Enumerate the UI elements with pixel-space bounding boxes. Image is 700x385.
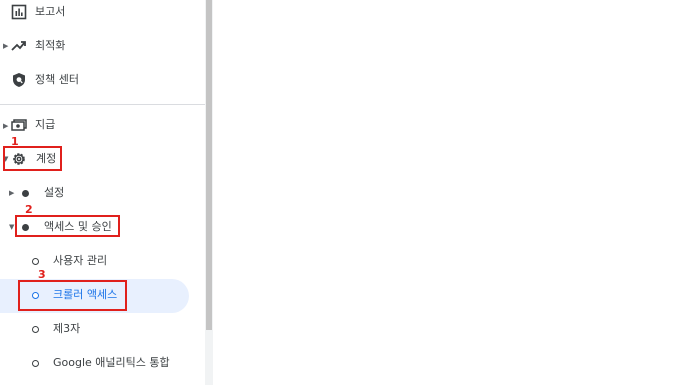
bar-chart-icon [11, 4, 27, 20]
nav-label-policy-center: 정책 센터 [35, 73, 79, 86]
expand-arrow-icon[interactable]: ▶ [9, 189, 14, 197]
sidebar-scrollbar[interactable] [205, 0, 213, 385]
nav-label-settings: 설정 [44, 186, 65, 199]
main-content-area [213, 0, 700, 385]
divider [0, 104, 205, 105]
nav-label-optimize: 최적화 [35, 39, 66, 52]
bullet-outline-icon [32, 360, 39, 367]
nav-item-third-party[interactable]: 제3자 [0, 313, 205, 347]
nav-label-third-party: 제3자 [53, 322, 81, 335]
shield-icon [13, 73, 25, 87]
expand-arrow-icon[interactable]: ▶ [3, 42, 8, 50]
nav-item-reports[interactable]: 보고서 [0, 0, 205, 34]
trending-up-icon [11, 41, 26, 51]
nav-label-user-management: 사용자 관리 [53, 254, 108, 267]
annotation-box-2 [15, 215, 120, 237]
nav-item-optimize[interactable]: ▶ 최적화 [0, 30, 205, 64]
scrollbar-thumb[interactable] [206, 0, 212, 330]
annotation-box-3 [18, 280, 127, 311]
money-icon [11, 119, 27, 131]
nav-label-google-analytics-integration: Google 애널리틱스 통합 [53, 356, 170, 369]
bullet-outline-icon [32, 326, 39, 333]
nav-item-payments[interactable]: ▶ 지급 [0, 108, 205, 142]
bullet-outline-icon [32, 258, 39, 265]
nav-item-google-analytics-integration[interactable]: Google 애널리틱스 통합 [0, 347, 205, 381]
left-navigation: 보고서 ▶ 최적화 정책 센터 ▶ 지급 ▼ 계정 ▶ 설정 ▼ 액세스 및 승… [0, 0, 205, 385]
nav-label-reports: 보고서 [35, 5, 66, 18]
annotation-box-1 [3, 146, 62, 171]
nav-item-policy-center[interactable]: 정책 센터 [0, 64, 205, 98]
collapse-arrow-icon[interactable]: ▼ [9, 223, 14, 231]
expand-arrow-icon[interactable]: ▶ [3, 122, 8, 130]
nav-label-payments: 지급 [35, 118, 56, 131]
nav-item-user-management[interactable]: 사용자 관리 [0, 244, 205, 278]
bullet-icon [22, 190, 29, 197]
